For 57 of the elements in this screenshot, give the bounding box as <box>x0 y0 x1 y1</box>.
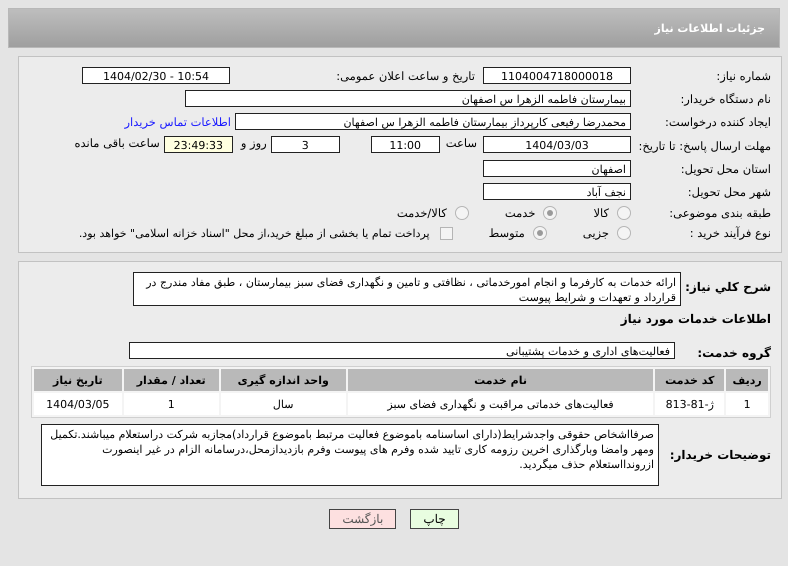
days-label: روز و <box>240 136 267 150</box>
announce-date-field: 1404/02/30 - 10:54 <box>82 67 230 84</box>
field-label: شرح کلي نياز: <box>684 279 772 294</box>
field-label: مهلت ارسال پاسخ: تا تاریخ: <box>637 138 772 154</box>
field-label: شماره نیاز: <box>715 68 772 82</box>
page-title: جزئیات اطلاعات نیاز <box>654 22 765 34</box>
days-field: 3 <box>270 136 340 153</box>
column-header: نام خدمت <box>348 369 654 391</box>
column-header: تاریخ نیاز <box>34 369 122 391</box>
print-button[interactable]: چاپ <box>410 509 459 529</box>
table-cell: 1 <box>726 393 768 415</box>
city-field: نجف آباد <box>483 183 631 200</box>
radio-button[interactable] <box>543 206 558 220</box>
field-label: گروه خدمت: <box>696 345 772 360</box>
checkbox-label: پرداخت تمام یا بخشی از مبلغ خرید،از محل "اسناد خزانه اسلامی" خواهد بود. <box>78 226 430 240</box>
table-cell: سال <box>220 393 346 415</box>
time-label: ساعت <box>446 136 477 150</box>
buyer-field: بیمارستان فاطمه الزهرا س اصفهان <box>185 90 631 107</box>
radio-button[interactable] <box>617 226 631 240</box>
field-label: استان محل تحویل: <box>680 162 772 176</box>
radio-label: کالا <box>593 206 609 220</box>
buyer-contact-link[interactable]: اطلاعات تماس خریدار <box>124 114 231 128</box>
column-header: ردیف <box>726 369 768 391</box>
deadline-date-field: 1404/03/03 <box>483 136 631 153</box>
remaining-label: ساعت باقی مانده <box>74 136 160 150</box>
field-label: توضیحات خریدار: <box>668 447 772 462</box>
section-title: اطلاعات خدمات مورد نياز <box>619 312 771 326</box>
table-cell: 1 <box>124 393 219 415</box>
table-cell: فعالیت‌های خدماتی مراقبت و نگهداری فضای سبز <box>348 393 654 415</box>
field-label: تاریخ و ساعت اعلان عمومی: <box>335 68 475 82</box>
field-label: شهر محل تحویل: <box>686 184 772 198</box>
radio-label: کالا/خدمت <box>396 206 447 220</box>
field-label: ایجاد کننده درخواست: <box>664 114 772 128</box>
buyer-notes-box: صرفااشخاص حقوقی واجدشرایط(دارای اساسنامه باموضوع فعالیت مرتبط باموضوع قرارداد)مجازبه شرکت دراستعلام میباشند.تکمیل ومهر وامضا وبارگذاری اخرین رزومه کاری تایید شده وفرم های پیوست وفرم بازدیدازمحل،درسامانه الزام در غیر اینصورت ازروندااستعلام حذف میگردید. <box>41 424 659 486</box>
field-label: نوع فرآیند خرید : <box>688 226 772 240</box>
province-field: اصفهان <box>483 160 631 177</box>
radio-button[interactable] <box>454 206 469 220</box>
field-label: نام دستگاه خریدار: <box>679 92 772 106</box>
column-header: کد خدمت <box>655 369 724 391</box>
table-cell: 1404/03/05 <box>34 393 122 415</box>
description-box: ارائه خدمات به کارفرما و انجام امورخدماتی ، نظافتی و تامین و نگهداری فضای سبز بیمارستان ، طبق مفاد مندرج در قرارداد و تعهدات و شرایط پیوست <box>133 272 681 306</box>
column-header: تعداد / مقدار <box>124 369 219 391</box>
radio-button[interactable] <box>617 206 631 220</box>
deadline-time-field: 11:00 <box>370 136 440 153</box>
service-group-field: فعالیت‌های اداری و خدمات پشتیبانی <box>129 342 675 358</box>
need-number-field: 1104004718000018 <box>483 67 631 84</box>
radio-label: خدمت <box>504 206 536 220</box>
radio-label: متوسط <box>488 226 525 240</box>
column-header: واحد اندازه گیری <box>220 369 346 391</box>
checkbox[interactable] <box>440 226 453 240</box>
radio-button[interactable] <box>532 226 547 240</box>
table-cell: ژ-81-813 <box>655 393 724 415</box>
radio-label: جزیی <box>582 226 609 240</box>
back-button[interactable]: بازگشت <box>329 509 396 529</box>
remaining-time-field: 23:49:33 <box>164 136 233 153</box>
creator-field: محمدرضا رفیعی کارپرداز بیمارستان فاطمه الزهرا س اصفهان <box>235 113 631 130</box>
field-label: طبقه بندی موضوعی: <box>668 206 772 220</box>
